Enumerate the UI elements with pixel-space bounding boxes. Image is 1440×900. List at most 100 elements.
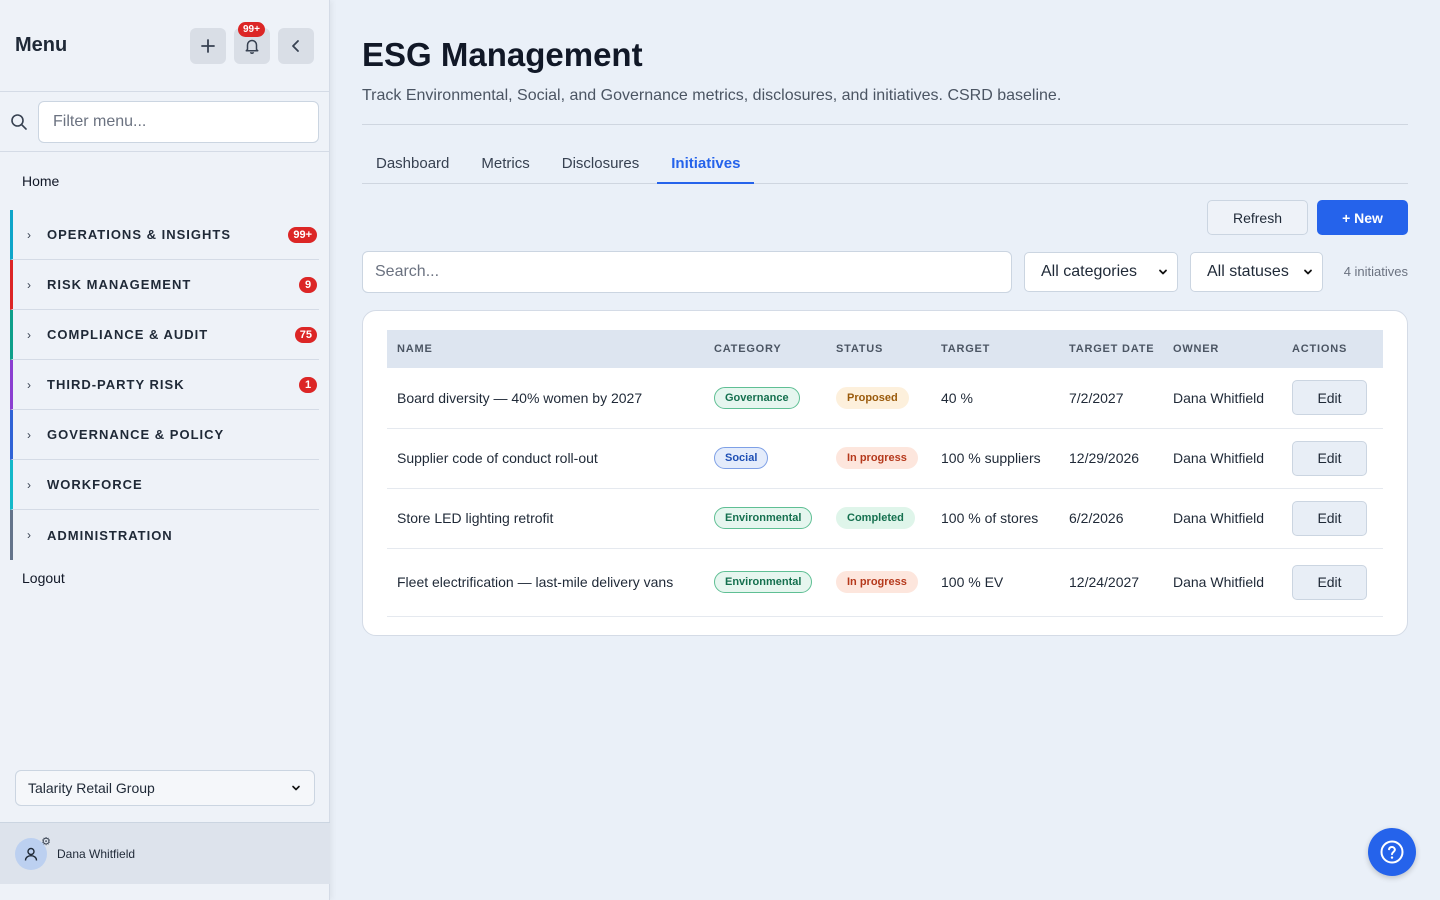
plus-icon <box>201 38 215 53</box>
collapse-sidebar-button[interactable] <box>278 27 314 64</box>
column-header-name[interactable]: NAME <box>387 330 704 368</box>
initiatives-table: NAME CATEGORY STATUS TARGET TARGET DATE … <box>387 330 1383 617</box>
initiative-target: 40 % <box>931 368 1059 429</box>
sidebar-group-governance-policy[interactable]: › GOVERNANCE & POLICY <box>10 410 319 460</box>
table-row: Board diversity — 40% women by 2027 Gove… <box>387 368 1383 429</box>
page-subtitle: Track Environmental, Social, and Governa… <box>362 87 1062 104</box>
sidebar-group-label: ADMINISTRATION <box>47 527 173 543</box>
sidebar-group-label: COMPLIANCE & AUDIT <box>47 327 209 342</box>
initiatives-card: NAME CATEGORY STATUS TARGET TARGET DATE … <box>362 310 1408 636</box>
sidebar-group-count-badge: 1 <box>299 376 317 393</box>
chevron-right-icon: › <box>27 377 31 392</box>
sidebar-group-workforce[interactable]: › WORKFORCE <box>10 460 319 510</box>
initiative-target-date: 6/2/2026 <box>1059 488 1163 549</box>
tab-dashboard[interactable]: Dashboard <box>362 145 463 184</box>
initiative-target-date: 7/2/2027 <box>1059 368 1163 429</box>
chevron-left-icon <box>292 39 299 52</box>
category-badge: Governance <box>714 386 800 409</box>
sidebar-group-label: OPERATIONS & INSIGHTS <box>47 227 231 242</box>
initiative-name: Board diversity — 40% women by 2027 <box>387 368 704 429</box>
initiative-owner: Dana Whitfield <box>1163 488 1282 549</box>
organization-select[interactable]: Talarity Retail Group <box>15 770 315 806</box>
sidebar-group-compliance-audit[interactable]: › COMPLIANCE & AUDIT 75 <box>10 310 319 360</box>
initiative-owner: Dana Whitfield <box>1163 368 1282 429</box>
chevron-right-icon: › <box>27 427 31 442</box>
help-button[interactable] <box>1368 828 1416 876</box>
sidebar-header: Menu 99+ <box>0 0 329 92</box>
initiatives-count: 4 initiatives <box>1343 264 1408 279</box>
category-filter-select[interactable]: All categories <box>1024 252 1178 292</box>
sidebar-group-third-party-risk[interactable]: › THIRD-PARTY RISK 1 <box>10 360 319 410</box>
avatar: ⚙ <box>15 836 51 870</box>
chevron-down-icon <box>1304 269 1312 275</box>
page-title: ESG Management <box>362 36 643 73</box>
chevron-right-icon: › <box>27 528 31 542</box>
tabs: Dashboard Metrics Disclosures Initiative… <box>362 145 1408 184</box>
sidebar-item-home[interactable]: Home <box>0 152 329 210</box>
initiative-target-date: 12/24/2027 <box>1059 548 1163 617</box>
user-profile[interactable]: ⚙ Dana Whitfield <box>0 822 330 884</box>
chevron-right-icon: › <box>27 477 31 492</box>
search-input[interactable] <box>362 251 1012 293</box>
initiative-owner: Dana Whitfield <box>1163 548 1282 617</box>
column-header-category[interactable]: CATEGORY <box>704 330 826 368</box>
status-badge: In progress <box>836 447 918 469</box>
status-filter-value: All statuses <box>1207 263 1289 280</box>
edit-button[interactable]: Edit <box>1292 500 1367 536</box>
initiative-owner: Dana Whitfield <box>1163 428 1282 489</box>
new-initiative-button[interactable]: + New <box>1317 200 1408 235</box>
initiative-target: 100 % of stores <box>931 488 1059 549</box>
column-header-actions: ACTIONS <box>1282 330 1383 368</box>
table-row: Supplier code of conduct roll-out Social… <box>387 428 1383 489</box>
notifications-button[interactable]: 99+ <box>234 21 270 64</box>
refresh-button[interactable]: Refresh <box>1207 200 1308 235</box>
category-filter-value: All categories <box>1041 263 1138 280</box>
sidebar-group-risk-management[interactable]: › RISK MANAGEMENT 9 <box>10 260 319 310</box>
sidebar-group-label: RISK MANAGEMENT <box>47 277 192 292</box>
user-icon <box>24 847 38 861</box>
chevron-right-icon: › <box>27 227 31 242</box>
sidebar-group-count-badge: 75 <box>294 326 317 343</box>
column-header-target-date[interactable]: TARGET DATE <box>1059 330 1163 368</box>
sidebar-group-count-badge: 99+ <box>288 226 317 243</box>
tab-metrics[interactable]: Metrics <box>467 145 543 184</box>
bell-icon <box>245 39 259 54</box>
sidebar-group-label: THIRD-PARTY RISK <box>47 377 185 392</box>
sidebar-group-operations-insights[interactable]: › OPERATIONS & INSIGHTS 99+ <box>10 210 319 260</box>
chevron-right-icon: › <box>27 277 31 292</box>
sidebar-group-count-badge: 9 <box>299 276 317 293</box>
category-badge: Environmental <box>714 507 813 529</box>
edit-button[interactable]: Edit <box>1292 564 1367 600</box>
initiative-target: 100 % suppliers <box>931 428 1059 489</box>
sidebar-group-administration[interactable]: › ADMINISTRATION <box>10 510 319 560</box>
sidebar-item-logout[interactable]: Logout <box>0 560 329 596</box>
edit-button[interactable]: Edit <box>1292 440 1367 476</box>
user-name: Dana Whitfield <box>57 846 136 861</box>
sidebar-title: Menu <box>15 34 68 56</box>
search-icon <box>11 113 27 130</box>
initiative-name: Fleet electrification — last-mile delive… <box>387 548 704 617</box>
gear-icon: ⚙ <box>41 835 51 848</box>
initiative-target: 100 % EV <box>931 548 1059 617</box>
tab-initiatives[interactable]: Initiatives <box>657 145 755 184</box>
sidebar-group-label: WORKFORCE <box>47 477 143 492</box>
chevron-down-icon <box>1159 269 1167 275</box>
sidebar: Menu 99+ Home › OPERATIONS & INSIGHTS 99… <box>0 0 330 900</box>
divider <box>362 124 1408 125</box>
add-button[interactable] <box>190 27 226 64</box>
initiative-target-date: 12/29/2026 <box>1059 428 1163 489</box>
filter-menu-input[interactable] <box>38 100 319 143</box>
status-badge: Completed <box>836 507 915 529</box>
initiative-name: Store LED lighting retrofit <box>387 488 704 549</box>
chevron-right-icon: › <box>27 327 31 342</box>
tab-disclosures[interactable]: Disclosures <box>548 145 654 184</box>
column-header-status[interactable]: STATUS <box>826 330 931 368</box>
table-header-row: NAME CATEGORY STATUS TARGET TARGET DATE … <box>387 330 1383 368</box>
column-header-target[interactable]: TARGET <box>931 330 1059 368</box>
status-badge: Proposed <box>836 386 909 409</box>
notification-count-badge: 99+ <box>238 21 265 37</box>
column-header-owner[interactable]: OWNER <box>1163 330 1282 368</box>
edit-button[interactable]: Edit <box>1292 380 1367 416</box>
status-filter-select[interactable]: All statuses <box>1190 252 1323 292</box>
category-badge: Social <box>714 447 769 469</box>
